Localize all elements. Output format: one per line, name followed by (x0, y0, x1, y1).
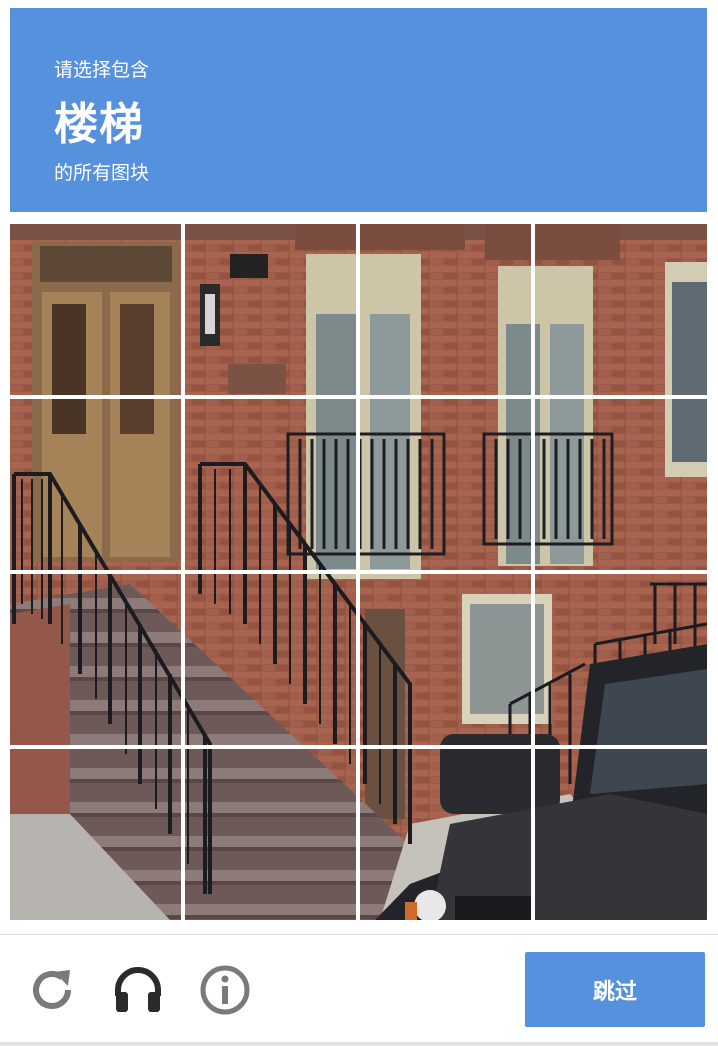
footer-divider (0, 934, 718, 935)
instruction-target: 楼梯 (54, 99, 144, 150)
grid-tile-r3c4[interactable] (535, 574, 707, 745)
instruction-prefix: 请选择包含 (54, 59, 150, 81)
grid-tile-r3c3[interactable] (360, 574, 531, 745)
grid-tile-r1c3[interactable] (360, 224, 531, 395)
reload-icon[interactable] (24, 962, 80, 1018)
grid-tile-r1c4[interactable] (535, 224, 707, 395)
grid-tile-r4c2[interactable] (185, 749, 356, 920)
grid-tile-r2c4[interactable] (535, 399, 707, 570)
grid-tile-r4c1[interactable] (10, 749, 181, 920)
grid-tile-r2c2[interactable] (185, 399, 356, 570)
grid-tile-r1c1[interactable] (10, 224, 181, 395)
info-icon[interactable] (197, 962, 253, 1018)
grid-tile-r1c2[interactable] (185, 224, 356, 395)
grid-tile-r2c1[interactable] (10, 399, 181, 570)
headphones-icon[interactable] (110, 962, 166, 1018)
grid-tile-r2c3[interactable] (360, 399, 531, 570)
grid-tile-r4c4[interactable] (535, 749, 707, 920)
instruction-suffix: 的所有图块 (54, 162, 150, 184)
grid-tile-r3c2[interactable] (185, 574, 356, 745)
captcha-dialog: 请选择包含 楼梯 的所有图块 跳过 (0, 0, 718, 1046)
bottom-bar (0, 1042, 718, 1046)
skip-button[interactable]: 跳过 (525, 952, 705, 1027)
image-grid (10, 224, 707, 920)
grid-tile-r4c3[interactable] (360, 749, 531, 920)
grid-tile-r3c1[interactable] (10, 574, 181, 745)
instructions-header: 请选择包含 楼梯 的所有图块 (10, 8, 707, 212)
